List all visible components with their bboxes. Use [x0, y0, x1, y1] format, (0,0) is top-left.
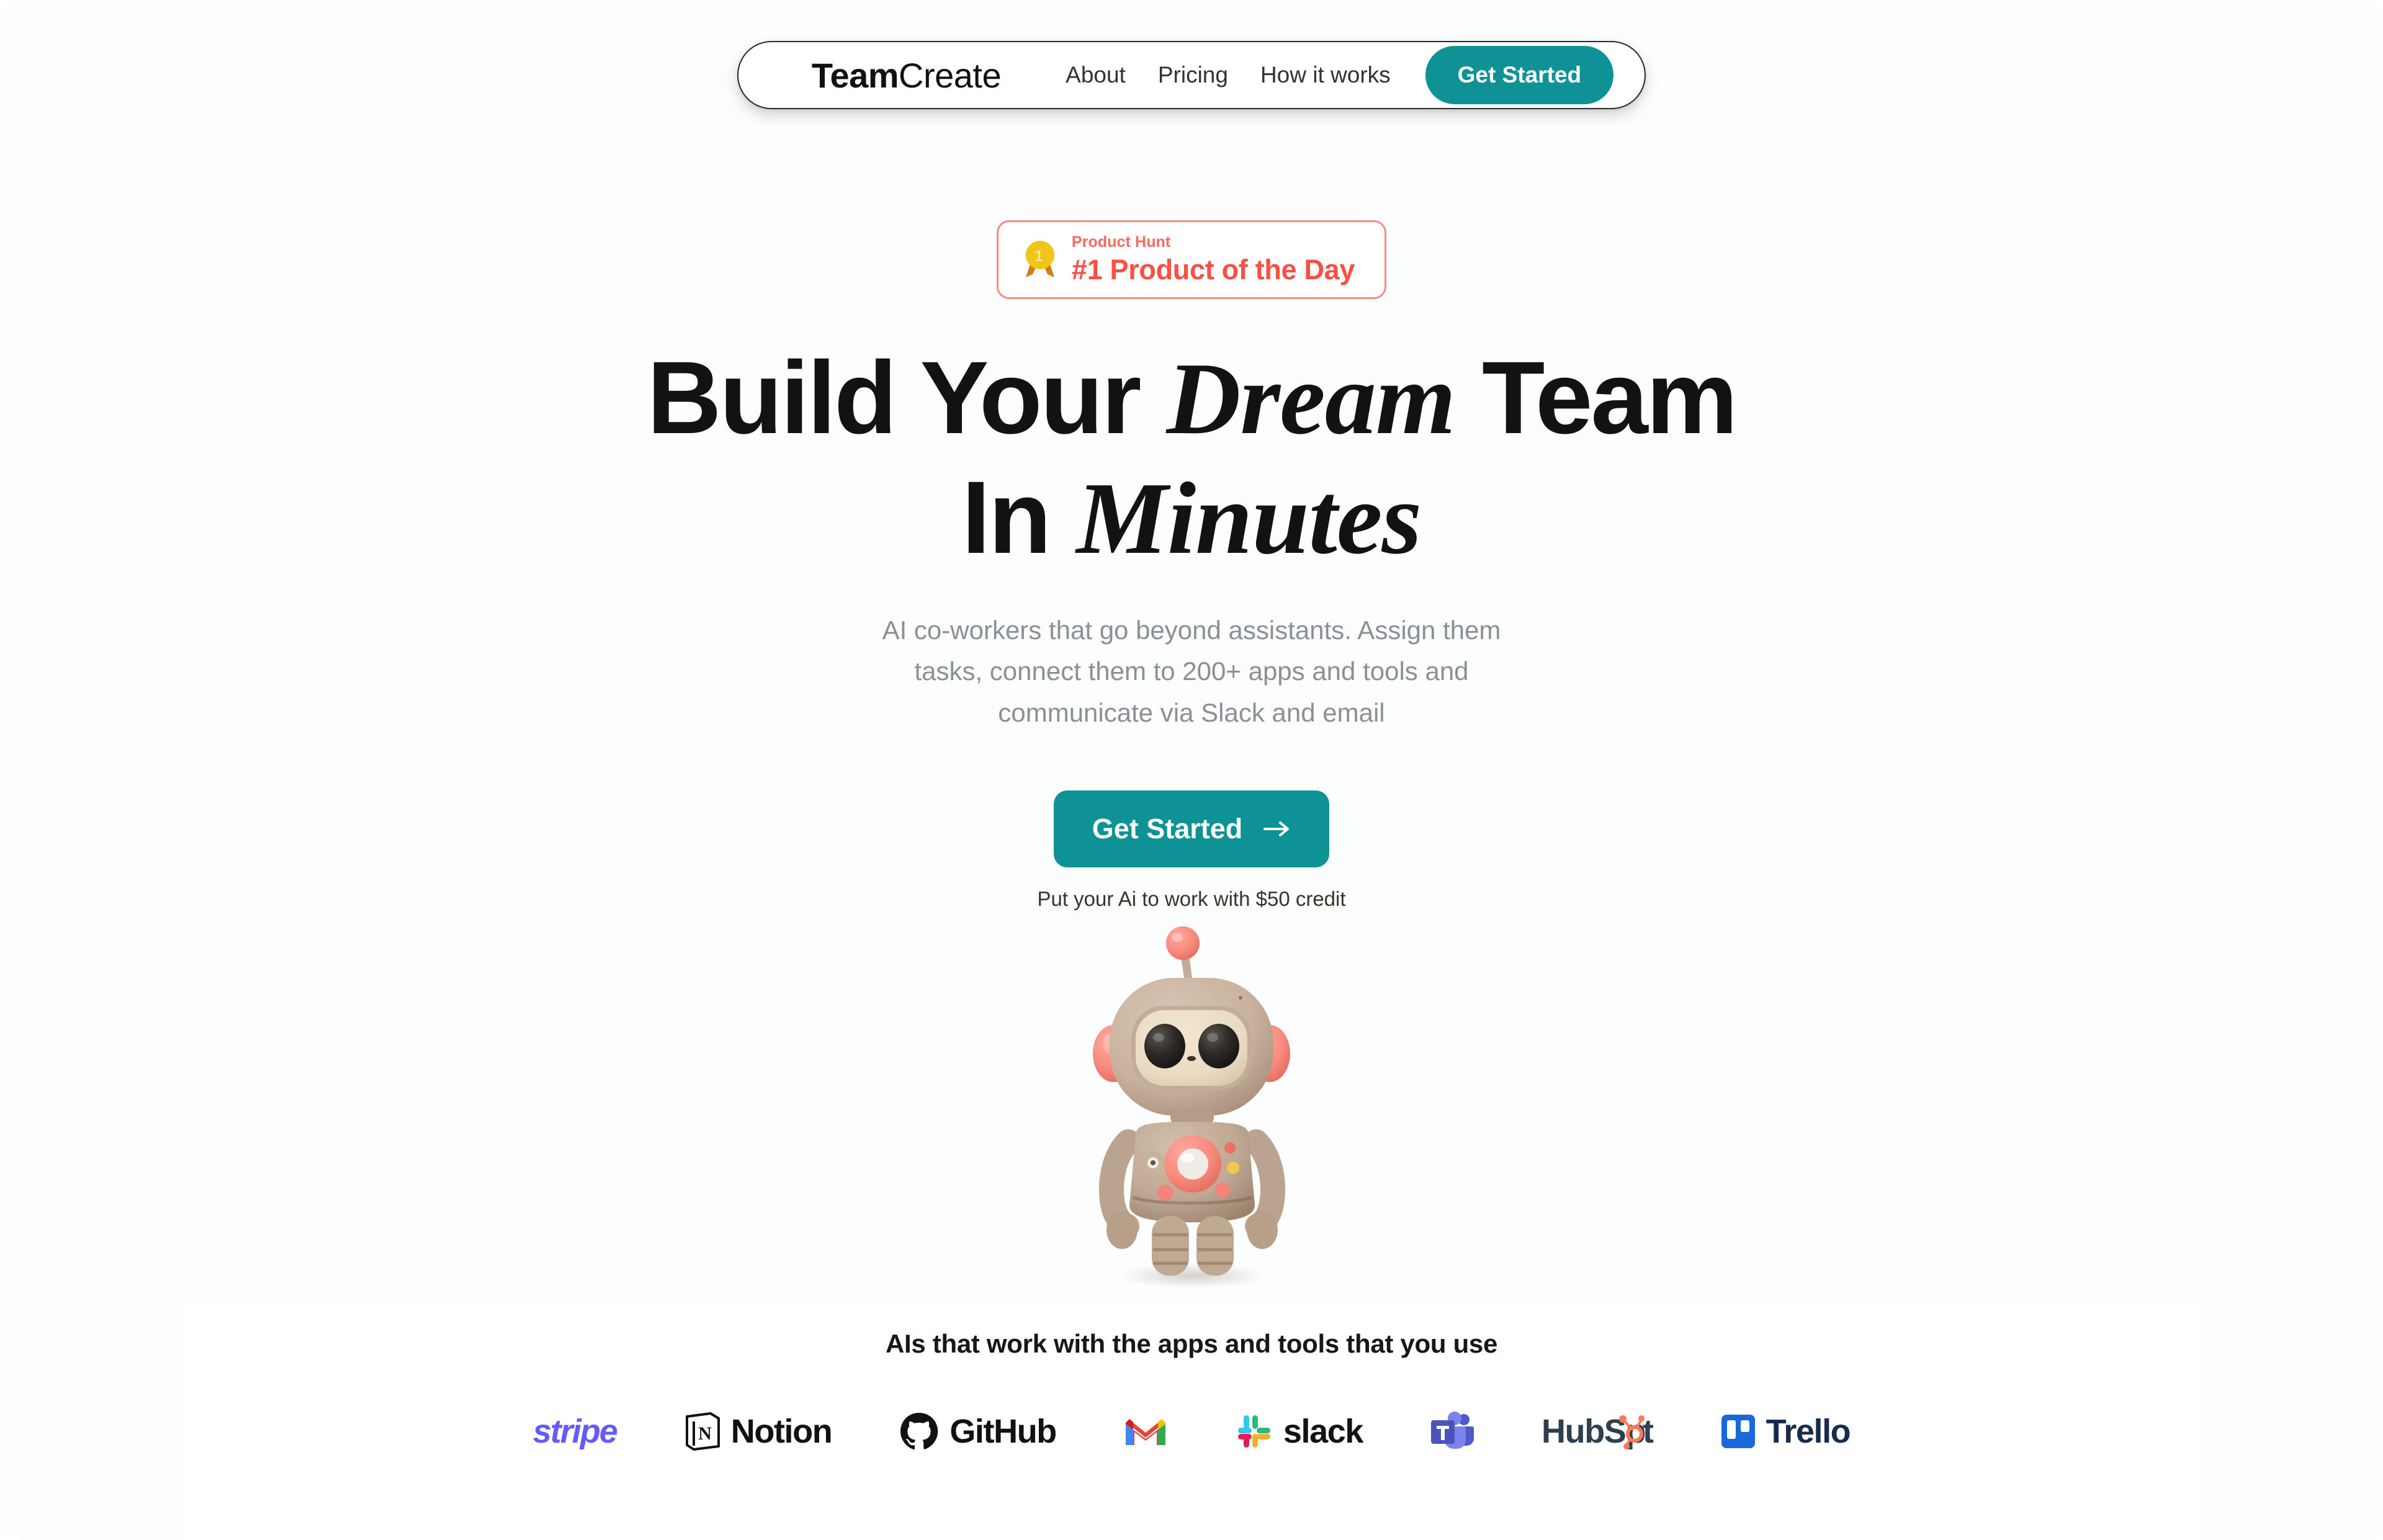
product-hunt-title: #1 Product of the Day	[1071, 254, 1355, 285]
logo-trello[interactable]: Trello	[1687, 1397, 1884, 1466]
product-hunt-badge-text: Product Hunt #1 Product of the Day	[1072, 235, 1355, 284]
trello-icon	[1721, 1415, 1755, 1448]
integrations-heading: AIs that work with the apps and tools th…	[885, 1329, 1498, 1358]
gmail-icon	[1125, 1419, 1165, 1445]
svg-text:N: N	[698, 1423, 712, 1444]
gold-medal-icon: 1	[1025, 240, 1054, 277]
logo-slack[interactable]: slack	[1201, 1397, 1396, 1466]
logo-trello-label: Trello	[1766, 1413, 1851, 1450]
product-hunt-kicker: Product Hunt	[1071, 233, 1171, 251]
hero-headline: Build Your Dream Team In Minutes	[647, 339, 1738, 578]
logo-github-label: GitHub	[949, 1413, 1057, 1450]
hero-cta-label: Get Started	[1092, 813, 1243, 845]
headline-text-3: In	[961, 460, 1077, 575]
logo-gmail[interactable]	[1090, 1397, 1201, 1466]
hero-section: 1 Product Hunt #1 Product of the Day Bui…	[0, 0, 2383, 1297]
headline-text-2: Team	[1455, 341, 1738, 455]
hero-get-started-button[interactable]: Get Started	[1053, 790, 1330, 868]
integrations-panel: AIs that work with the apps and tools th…	[183, 1299, 2200, 1540]
hero-cta-block: Get Started Put your Ai to work with $50…	[1037, 790, 1346, 911]
teams-icon	[1431, 1412, 1474, 1449]
logo-hubspot-label-tail: t	[1643, 1413, 1654, 1450]
notion-icon: N	[685, 1412, 720, 1451]
logo-microsoft-teams[interactable]	[1396, 1397, 1508, 1466]
headline-emphasis-minutes: Minutes	[1076, 460, 1422, 575]
logo-github[interactable]: GitHub	[865, 1397, 1090, 1466]
logo-slack-label: slack	[1283, 1413, 1364, 1450]
headline-text-1: Build Your	[647, 341, 1167, 455]
svg-text:1: 1	[1034, 248, 1043, 265]
logo-hubspot[interactable]: HubSp t	[1508, 1397, 1687, 1466]
logo-stripe-label: stripe	[532, 1413, 618, 1450]
github-icon	[900, 1413, 938, 1450]
logo-stripe[interactable]: stripe	[500, 1397, 650, 1466]
headline-emphasis-dream: Dream	[1166, 341, 1456, 455]
robot-mascot-illustration	[1018, 924, 1365, 1297]
logo-notion[interactable]: N Notion	[650, 1397, 866, 1466]
robot-mascot-svg	[1093, 926, 1290, 1289]
slack-icon	[1237, 1415, 1270, 1448]
hero-subheadline: AI co-workers that go beyond assistants.…	[882, 616, 1501, 727]
product-hunt-badge[interactable]: 1 Product Hunt #1 Product of the Day	[996, 220, 1387, 299]
hero-cta-note: Put your Ai to work with $50 credit	[1037, 887, 1346, 911]
logo-notion-label: Notion	[730, 1413, 833, 1450]
page-viewport: TeamCreate About Pricing How it works Ge…	[0, 0, 2383, 1540]
arrow-right-icon	[1263, 821, 1290, 837]
integrations-logo-row: stripe N Notion GitHub slack HubSp t Tre…	[183, 1397, 2200, 1466]
